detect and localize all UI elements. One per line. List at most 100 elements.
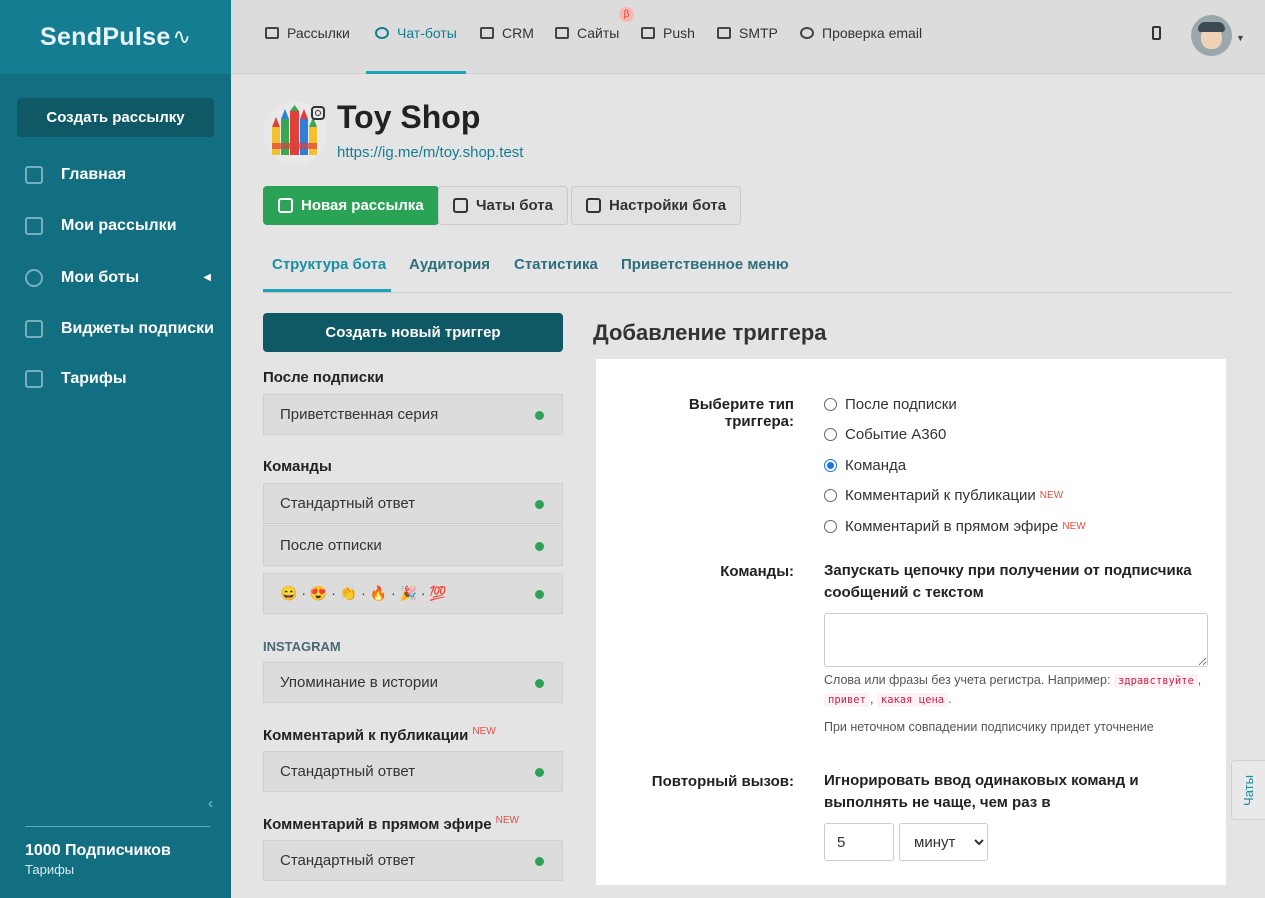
topnav-push[interactable]: Push bbox=[641, 25, 695, 41]
sidebar: SendPulse ∿ Создать рассылку Главная Мои… bbox=[0, 0, 231, 898]
topnav-label: Сайты bbox=[577, 25, 620, 41]
trigger-live-comment-reply[interactable]: Стандартный ответ bbox=[263, 840, 563, 881]
commands-hint: Слова или фразы без учета регистра. Напр… bbox=[824, 673, 1202, 707]
new-badge: NEW bbox=[495, 815, 519, 826]
commands-label: Команды: bbox=[720, 563, 794, 580]
tab-welcome-menu[interactable]: Приветственное меню bbox=[621, 256, 789, 273]
trigger-post-comment-reply[interactable]: Стандартный ответ bbox=[263, 751, 563, 792]
keyword-example: здравствуйте bbox=[1113, 674, 1198, 688]
mail-icon bbox=[265, 27, 279, 39]
bot-chats-button[interactable]: Чаты бота bbox=[438, 186, 568, 225]
commands-input[interactable] bbox=[824, 613, 1208, 667]
crm-icon bbox=[480, 27, 494, 39]
topnav-crm[interactable]: CRM bbox=[480, 25, 534, 41]
topnav-label: Push bbox=[663, 25, 695, 41]
pulse-icon: ∿ bbox=[172, 24, 191, 49]
chat-icon bbox=[453, 198, 468, 213]
create-mailing-button[interactable]: Создать рассылку bbox=[17, 98, 214, 137]
plan-link[interactable]: Тарифы bbox=[25, 862, 74, 877]
radio-post-comment[interactable]: Комментарий к публикации NEW bbox=[824, 487, 1063, 504]
radio-label: Команда bbox=[845, 457, 907, 474]
section-label: Комментарий к публикации bbox=[263, 727, 469, 744]
collapse-sidebar-icon[interactable]: ‹ bbox=[208, 795, 213, 812]
radio-live-comment[interactable]: Комментарий в прямом эфире NEW bbox=[824, 518, 1086, 535]
instagram-icon bbox=[311, 106, 325, 120]
trigger-emoji-command[interactable]: 😄 · 😍 · 👏 · 🔥 · 🎉 · 💯 bbox=[263, 573, 563, 614]
sidebar-item-widgets[interactable]: Виджеты подписки bbox=[25, 320, 214, 338]
sidebar-item-bots[interactable]: Мои боты bbox=[25, 269, 139, 287]
trigger-standard-reply[interactable]: Стандартный ответ bbox=[263, 483, 563, 524]
bot-link[interactable]: https://ig.me/m/toy.shop.test bbox=[337, 144, 523, 161]
check-circle-icon bbox=[800, 27, 814, 39]
radio-button[interactable] bbox=[824, 398, 837, 411]
keyword-example: какая цена bbox=[876, 693, 949, 707]
topnav-sites[interactable]: Сайты bbox=[555, 25, 619, 41]
avatar[interactable] bbox=[1191, 15, 1232, 56]
topnav-label: Рассылки bbox=[287, 25, 350, 41]
radio-command[interactable]: Команда bbox=[824, 457, 906, 474]
trigger-label: 😄 · 😍 · 👏 · 🔥 · 🎉 · 💯 bbox=[280, 585, 447, 601]
trigger-label: После отписки bbox=[280, 537, 382, 554]
section-live-comment: Комментарий в прямом эфире NEW bbox=[263, 815, 519, 833]
bot-settings-button[interactable]: Настройки бота bbox=[571, 186, 742, 225]
wallet-icon bbox=[25, 370, 43, 388]
keyword-example: привет bbox=[824, 693, 870, 707]
trigger-label: Стандартный ответ bbox=[280, 852, 416, 869]
button-label: Чаты бота bbox=[476, 197, 553, 214]
sidebar-item-pricing[interactable]: Тарифы bbox=[25, 370, 127, 388]
status-dot bbox=[535, 500, 544, 509]
sidebar-item-label: Виджеты подписки bbox=[61, 320, 214, 337]
section-label: Комментарий в прямом эфире bbox=[263, 816, 492, 833]
chevron-down-icon[interactable]: ▼ bbox=[1236, 33, 1245, 43]
mobile-icon[interactable] bbox=[1152, 26, 1161, 40]
radio-label: Комментарий к публикации bbox=[845, 487, 1036, 504]
topnav-mailings[interactable]: Рассылки bbox=[265, 25, 350, 41]
active-tab-indicator bbox=[263, 289, 391, 292]
trigger-after-unsubscribe[interactable]: После отписки bbox=[263, 525, 563, 566]
section-after-subscribe: После подписки bbox=[263, 369, 384, 386]
trigger-story-mention[interactable]: Упоминание в истории bbox=[263, 662, 563, 703]
inexact-match-note: При неточном совпадении подписчику приде… bbox=[824, 720, 1154, 734]
tab-structure[interactable]: Структура бота bbox=[272, 256, 386, 273]
tab-audience[interactable]: Аудитория bbox=[409, 256, 490, 273]
repeat-unit-select[interactable]: минут bbox=[899, 823, 988, 861]
radio-button[interactable] bbox=[824, 520, 837, 533]
topnav-smtp[interactable]: SMTP bbox=[717, 25, 778, 41]
radio-after-subscribe[interactable]: После подписки bbox=[824, 396, 957, 413]
radio-button[interactable] bbox=[824, 459, 837, 472]
sidebar-item-mailings[interactable]: Мои рассылки bbox=[25, 217, 177, 235]
status-dot bbox=[535, 768, 544, 777]
create-trigger-button[interactable]: Создать новый триггер bbox=[263, 313, 563, 352]
trigger-label: Стандартный ответ bbox=[280, 495, 416, 512]
logo[interactable]: SendPulse ∿ bbox=[0, 0, 231, 74]
topnav-email-check[interactable]: Проверка email bbox=[800, 25, 922, 41]
radio-label: После подписки bbox=[845, 396, 957, 413]
form-title: Добавление триггера bbox=[593, 320, 827, 345]
topnav-label: Чат-боты bbox=[397, 25, 457, 41]
trigger-welcome-series[interactable]: Приветственная серия bbox=[263, 394, 563, 435]
trigger-label: Упоминание в истории bbox=[280, 674, 438, 691]
subscribers-count[interactable]: 1000 Подписчиков bbox=[25, 842, 171, 860]
divider bbox=[25, 826, 210, 827]
button-label: Новая рассылка bbox=[301, 197, 424, 214]
repeat-label: Повторный вызов: bbox=[651, 773, 794, 790]
active-tab-indicator bbox=[366, 71, 466, 74]
sidebar-item-home[interactable]: Главная bbox=[25, 166, 126, 184]
sites-icon bbox=[555, 27, 569, 39]
chats-side-tab[interactable]: Чаты bbox=[1231, 760, 1265, 820]
radio-a360-event[interactable]: Событие А360 bbox=[824, 426, 946, 443]
bot-tabs: Структура бота Аудитория Статистика Прив… bbox=[263, 252, 1232, 293]
status-dot bbox=[535, 679, 544, 688]
new-mailing-button[interactable]: Новая рассылка bbox=[263, 186, 439, 225]
repeat-interval-input[interactable] bbox=[824, 823, 894, 861]
beta-badge: β bbox=[619, 7, 634, 22]
topnav-chatbots[interactable]: Чат-боты bbox=[375, 25, 457, 41]
radio-button[interactable] bbox=[824, 489, 837, 502]
status-dot bbox=[535, 411, 544, 420]
radio-button[interactable] bbox=[824, 428, 837, 441]
sidebar-item-label: Главная bbox=[61, 166, 127, 183]
globe-icon bbox=[25, 269, 43, 287]
tab-statistics[interactable]: Статистика bbox=[514, 256, 598, 273]
caret-left-icon: ◀ bbox=[203, 272, 211, 283]
logo-text: SendPulse bbox=[40, 22, 171, 51]
